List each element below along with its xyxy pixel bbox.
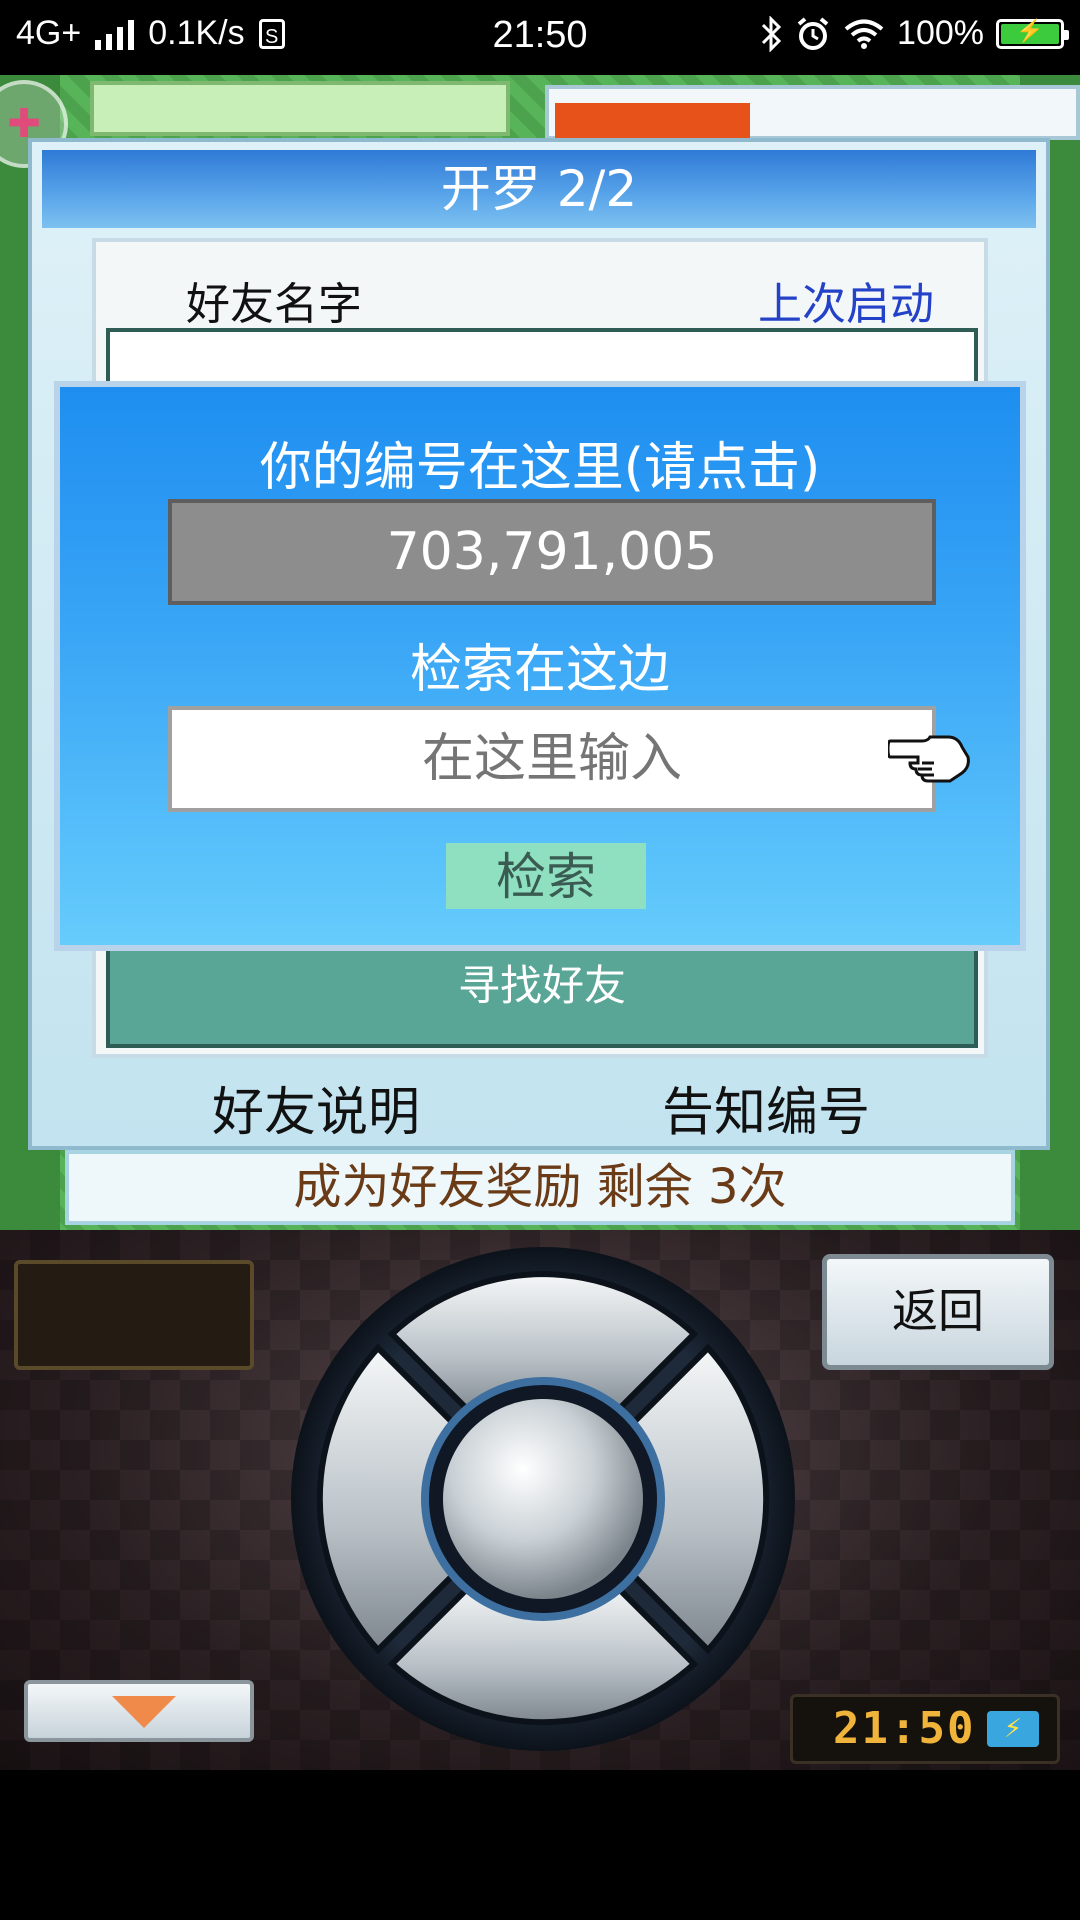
- column-friend-name: 好友名字: [186, 279, 362, 330]
- dialog-footer: 好友说明 告知编号: [32, 1070, 1046, 1143]
- friend-id-popup: 你的编号在这里(请点击) 703,791,005 检索在这边 检索: [54, 381, 1026, 951]
- mini-screen: [14, 1260, 254, 1370]
- your-id-button[interactable]: 703,791,005: [168, 499, 936, 605]
- alarm-icon: [797, 16, 829, 50]
- wifi-icon: [844, 19, 884, 49]
- friend-reward-banner: 成为好友奖励 剩余 3次: [65, 1150, 1015, 1225]
- game-clock: 21:50 ⚡: [790, 1694, 1060, 1764]
- clock-time: 21:50: [833, 1703, 976, 1754]
- bluetooth-icon: [761, 15, 782, 52]
- share-id-button[interactable]: 告知编号: [662, 1070, 870, 1145]
- status-right: 100% ⚡: [759, 14, 1069, 53]
- date-strip: [90, 81, 510, 136]
- battery-percent: 100%: [897, 14, 984, 52]
- status-bar: 4G+ 0.1K/s S 21:50 100% ⚡: [0, 0, 1080, 75]
- charging-battery-icon: ⚡: [987, 1711, 1039, 1747]
- column-last-launch[interactable]: 上次启动: [758, 268, 934, 332]
- search-button[interactable]: 检索: [446, 843, 646, 909]
- directional-pad[interactable]: [288, 1244, 798, 1754]
- event-banner: [555, 103, 750, 143]
- dialog-title: 开罗 2/2: [42, 150, 1036, 228]
- collapse-button[interactable]: [24, 1680, 254, 1742]
- back-button[interactable]: 返回: [822, 1254, 1054, 1370]
- friend-help-button[interactable]: 好友说明: [212, 1070, 420, 1145]
- friend-id-search-input[interactable]: [168, 706, 936, 812]
- triangle-down-icon: [112, 1696, 176, 1728]
- battery-icon: ⚡: [996, 18, 1069, 49]
- your-id-label: 你的编号在这里(请点击): [259, 438, 821, 498]
- virtual-controller: 返回 21:50 ⚡: [0, 1230, 1080, 1770]
- pointing-hand-icon: [888, 735, 970, 783]
- search-label: 检索在这边: [409, 640, 670, 700]
- dpad-center-button[interactable]: [443, 1399, 643, 1599]
- find-friends-button[interactable]: 寻找好友: [106, 942, 978, 1048]
